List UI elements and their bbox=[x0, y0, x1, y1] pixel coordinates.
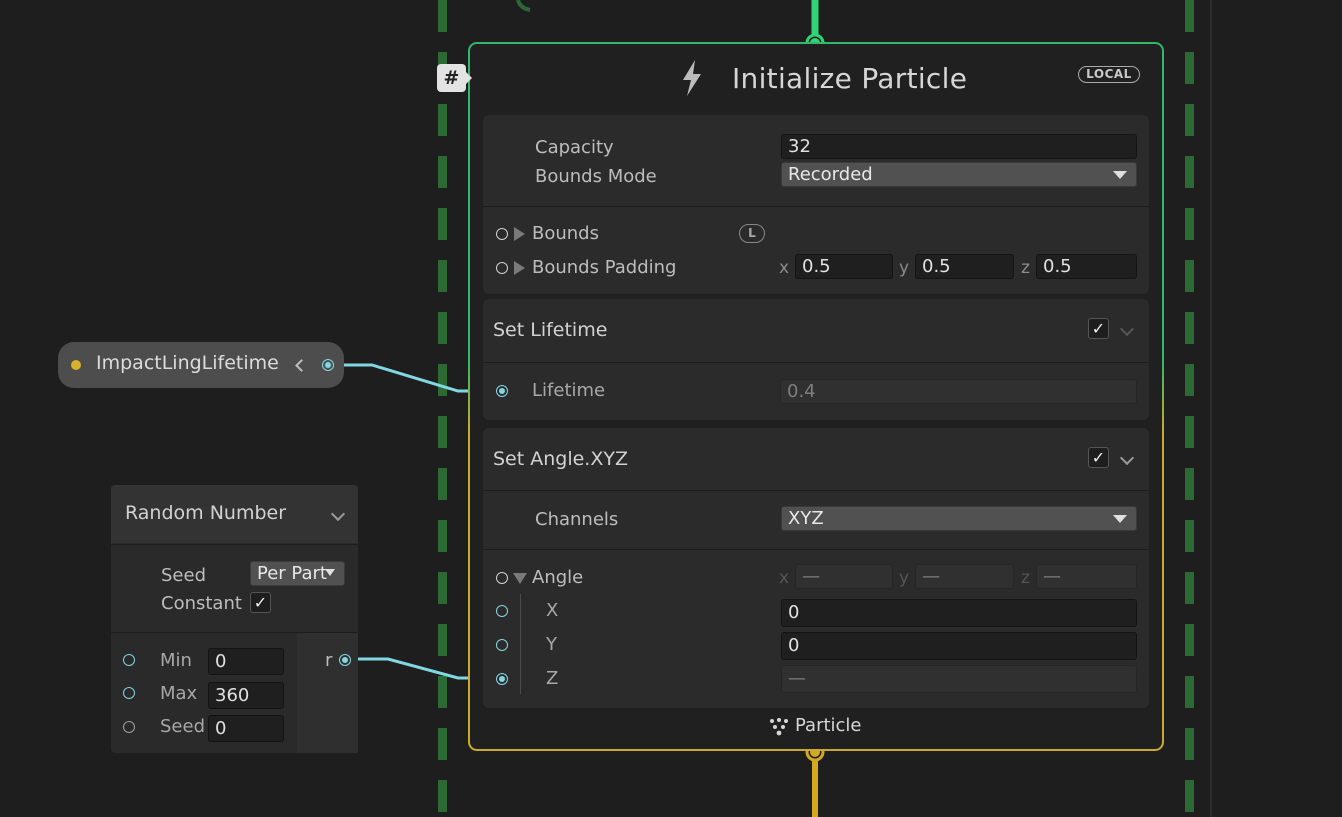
collapse-angle-icon[interactable] bbox=[513, 573, 527, 584]
min-field[interactable]: 0 bbox=[208, 648, 284, 675]
property-name: ImpactLingLifetime bbox=[96, 352, 279, 374]
angle-x-label: X bbox=[546, 600, 559, 621]
settings-divider bbox=[483, 206, 1149, 207]
angle-y-input-port[interactable] bbox=[496, 639, 508, 651]
angle-tree-line bbox=[520, 594, 521, 694]
angle-y-field[interactable]: — bbox=[915, 564, 1014, 589]
set-angle-divider-1 bbox=[483, 490, 1149, 491]
expand-bounds-padding-icon[interactable] bbox=[514, 261, 525, 275]
angle-y-axis-label: y bbox=[899, 568, 910, 588]
set-lifetime-enable-checkbox[interactable]: ✓ bbox=[1088, 318, 1109, 339]
particle-icon bbox=[770, 718, 788, 736]
constant-label: Constant bbox=[161, 593, 242, 614]
chevron-down-icon bbox=[325, 569, 335, 576]
seed-input-field[interactable]: 0 bbox=[208, 715, 284, 742]
expand-bounds-icon[interactable] bbox=[514, 227, 525, 241]
set-lifetime-divider bbox=[483, 362, 1149, 363]
bounds-label: Bounds bbox=[532, 223, 599, 244]
set-angle-divider-2 bbox=[483, 549, 1149, 550]
random-output-label: r bbox=[325, 650, 333, 671]
bounds-padding-input-port[interactable] bbox=[496, 262, 508, 274]
angle-x-axis-label: x bbox=[779, 568, 790, 588]
angle-z-label: Z bbox=[546, 668, 559, 689]
hash-badge: # bbox=[437, 64, 472, 92]
angle-z-axis-label: z bbox=[1021, 568, 1030, 588]
lifetime-field[interactable]: 0.4 bbox=[780, 379, 1137, 404]
bounds-padding-label: Bounds Padding bbox=[532, 257, 677, 278]
lightning-bolt-icon bbox=[683, 60, 701, 96]
random-number-divider-1 bbox=[111, 544, 358, 545]
constant-checkbox[interactable]: ✓ bbox=[250, 592, 271, 613]
angle-z-field[interactable]: — bbox=[1036, 564, 1137, 589]
padding-z-field[interactable]: 0.5 bbox=[1036, 254, 1137, 279]
padding-z-label: z bbox=[1021, 258, 1030, 278]
set-angle-enable-checkbox[interactable]: ✓ bbox=[1088, 447, 1109, 468]
channels-label: Channels bbox=[535, 509, 619, 530]
capacity-label: Capacity bbox=[535, 137, 614, 158]
angle-x-field[interactable]: — bbox=[795, 564, 893, 589]
capacity-field[interactable]: 32 bbox=[781, 134, 1137, 159]
exposed-property-dot bbox=[71, 360, 81, 370]
angle-z-input-port[interactable] bbox=[496, 673, 508, 685]
chevron-down-icon bbox=[1113, 171, 1127, 179]
context-title: Initialize Particle bbox=[732, 62, 968, 95]
seed-input-port[interactable] bbox=[123, 721, 135, 733]
seed-input-label: Seed bbox=[160, 716, 205, 737]
padding-x-field[interactable]: 0.5 bbox=[795, 254, 893, 279]
seed-label: Seed bbox=[161, 565, 206, 586]
min-label: Min bbox=[160, 650, 192, 671]
padding-x-label: x bbox=[779, 258, 790, 278]
angle-y-label: Y bbox=[546, 634, 557, 655]
chevron-down-icon bbox=[1113, 515, 1127, 523]
top-left-curve bbox=[516, 0, 531, 12]
set-angle-title: Set Angle.XYZ bbox=[493, 448, 628, 470]
angle-z-value-field[interactable]: — bbox=[781, 665, 1137, 693]
space-toggle-badge[interactable]: LOCAL bbox=[1078, 66, 1140, 83]
set-lifetime-title: Set Lifetime bbox=[493, 319, 608, 341]
angle-x-input-port[interactable] bbox=[496, 605, 508, 617]
random-output-port[interactable] bbox=[339, 654, 351, 666]
padding-y-field[interactable]: 0.5 bbox=[915, 254, 1014, 279]
angle-y-value-field[interactable]: 0 bbox=[781, 632, 1137, 660]
channels-dropdown[interactable]: XYZ bbox=[781, 506, 1137, 531]
min-input-port[interactable] bbox=[123, 654, 135, 666]
property-output-port[interactable] bbox=[322, 359, 334, 371]
bounds-space-badge[interactable]: L bbox=[739, 224, 765, 243]
max-input-port[interactable] bbox=[123, 687, 135, 699]
angle-label: Angle bbox=[532, 567, 584, 588]
padding-y-label: y bbox=[899, 258, 910, 278]
angle-input-port[interactable] bbox=[496, 572, 508, 584]
bounds-input-port[interactable] bbox=[496, 228, 508, 240]
lifetime-input-port[interactable] bbox=[496, 385, 508, 397]
max-field[interactable]: 360 bbox=[208, 682, 284, 709]
bounds-mode-label: Bounds Mode bbox=[535, 166, 657, 187]
angle-x-value-field[interactable]: 0 bbox=[781, 599, 1137, 627]
bounds-mode-dropdown[interactable]: Recorded bbox=[781, 162, 1137, 187]
random-number-title: Random Number bbox=[125, 502, 287, 524]
particle-output-label: Particle bbox=[795, 715, 862, 736]
max-label: Max bbox=[160, 683, 198, 704]
lifetime-label: Lifetime bbox=[532, 380, 606, 401]
